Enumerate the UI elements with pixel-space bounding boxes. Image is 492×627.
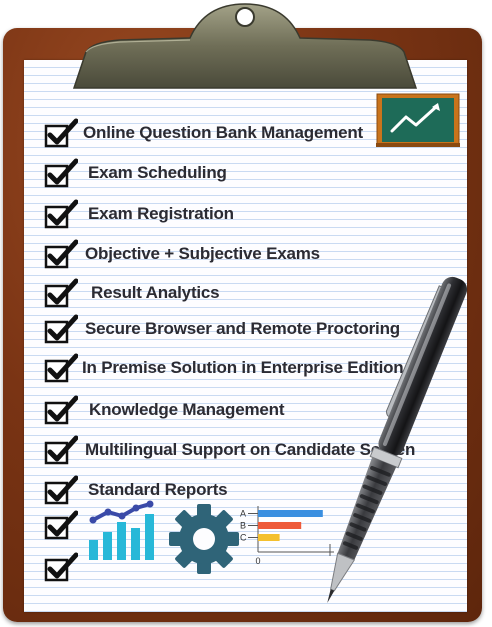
mini-chart-category-label: A [240,509,246,519]
checkbox-checked-icon [44,118,78,148]
checkbox-checked-icon [44,278,78,308]
mini-chart-category-label: C [240,533,247,543]
list-item-label: Knowledge Management [89,400,285,419]
mini-chart-zero-label: 0 [255,556,260,566]
gear-icon [169,504,239,574]
checkbox-checked-icon [44,510,78,540]
checkbox-checked-icon [44,475,78,505]
list-item-label: Standard Reports [88,480,228,499]
checkbox-checked-icon [44,552,78,582]
bar-chart-icon [89,500,154,560]
mini-chart-category-label: B [240,521,246,531]
list-item [44,509,78,541]
list-item-label: Exam Registration [88,204,234,223]
list-item: Result Analytics [44,277,220,309]
list-item: Exam Scheduling [44,157,227,189]
list-item-label: Result Analytics [91,283,220,302]
checkbox-checked-icon [44,314,78,344]
list-item-label: Objective + Subjective Exams [85,244,320,263]
mini-chart-bar [258,534,280,541]
list-item: Exam Registration [44,198,234,230]
list-item-label: Exam Scheduling [88,163,227,182]
checkbox-checked-icon [44,395,78,425]
checkbox-checked-icon [44,435,78,465]
chalkboard-chart-icon [376,93,460,147]
list-item-label: Online Question Bank Management [83,123,364,142]
list-item: Objective + Subjective Exams [44,238,320,270]
list-item [44,551,78,583]
list-item: Online Question Bank Management [44,117,363,149]
checkbox-checked-icon [44,199,78,229]
clipboard-clip-icon [72,3,418,89]
list-item: Knowledge Management [44,394,285,426]
checkbox-checked-icon [44,158,78,188]
checkbox-checked-icon [44,353,78,383]
checkbox-checked-icon [44,239,78,269]
pen-icon [327,276,468,603]
